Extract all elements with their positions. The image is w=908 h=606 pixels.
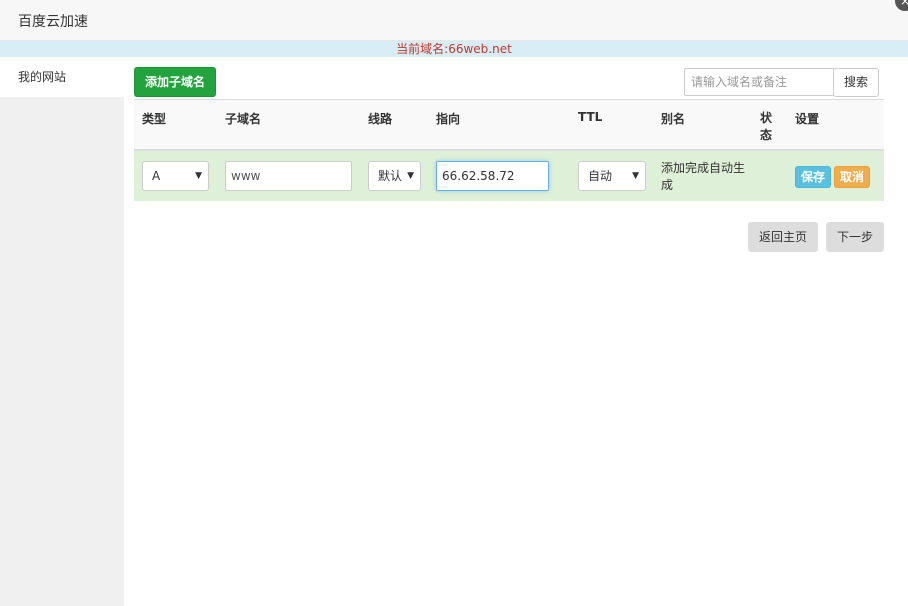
dns-records-table: 类型 子域名 线路 指向 TTL 别名 状态 设置 A ▼ www 默认 ▼ 6… <box>134 99 884 201</box>
line-value: 默认 <box>378 169 403 183</box>
next-step-button[interactable]: 下一步 <box>826 222 884 252</box>
search-input[interactable] <box>684 68 834 96</box>
cancel-button[interactable]: 取消 <box>834 166 870 188</box>
ttl-select[interactable]: 自动 ▼ <box>578 161 646 191</box>
header-status: 状态 <box>760 111 773 142</box>
close-icon[interactable]: × <box>895 0 908 11</box>
header-ttl: TTL <box>578 110 603 124</box>
add-subdomain-button[interactable]: 添加子域名 <box>134 67 216 97</box>
dialog-header: 百度云加速 × <box>0 0 908 41</box>
header-type: 类型 <box>142 112 167 126</box>
header-target: 指向 <box>436 112 461 126</box>
sidebar: 我的网站 <box>0 57 124 606</box>
sidebar-item-my-websites[interactable]: 我的网站 <box>0 57 124 97</box>
header-line: 线路 <box>368 112 393 126</box>
caret-down-icon: ▼ <box>195 171 202 181</box>
record-type-select[interactable]: A ▼ <box>142 161 209 191</box>
subdomain-input[interactable]: www <box>225 161 352 191</box>
table-row: A ▼ www 默认 ▼ 66.62.58.72 自动 ▼ 添加完成自动生成 保… <box>134 151 884 201</box>
header-settings: 设置 <box>795 112 820 126</box>
current-domain-banner: 当前域名:66web.net <box>0 41 908 57</box>
dialog-title: 百度云加速 <box>18 14 88 30</box>
save-button[interactable]: 保存 <box>795 166 831 188</box>
ttl-value: 自动 <box>588 169 613 183</box>
line-select[interactable]: 默认 ▼ <box>368 161 421 191</box>
table-header: 类型 子域名 线路 指向 TTL 别名 状态 设置 <box>134 99 884 151</box>
caret-down-icon: ▼ <box>407 171 414 181</box>
main-panel: 添加子域名 搜索 类型 子域名 线路 指向 TTL 别名 状态 设置 A ▼ w… <box>124 57 908 606</box>
caret-down-icon: ▼ <box>632 171 639 181</box>
header-subdomain: 子域名 <box>225 112 262 126</box>
alias-text: 添加完成自动生成 <box>661 161 746 192</box>
search-button[interactable]: 搜索 <box>833 68 879 97</box>
target-ip-input[interactable]: 66.62.58.72 <box>436 161 549 191</box>
header-alias: 别名 <box>661 112 686 126</box>
back-to-home-button[interactable]: 返回主页 <box>748 222 818 252</box>
record-type-value: A <box>152 169 161 183</box>
